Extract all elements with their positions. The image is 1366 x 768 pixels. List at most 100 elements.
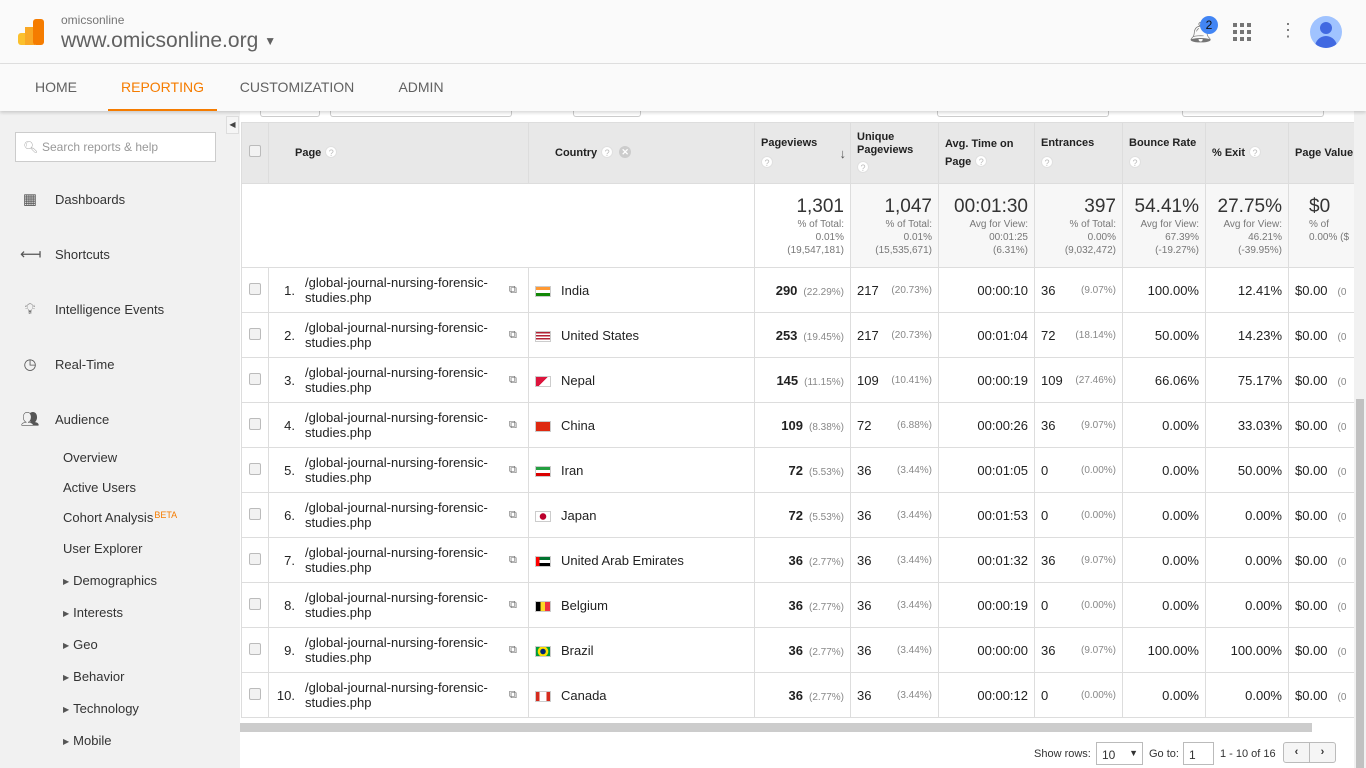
flag-np-icon [535, 375, 551, 387]
user-avatar[interactable] [1310, 16, 1342, 48]
country-link[interactable]: Iran [561, 463, 583, 478]
page-link[interactable]: /global-journal-nursing-forensic-studies… [305, 590, 505, 620]
open-external-icon[interactable]: ⧉ [509, 599, 517, 612]
page-link[interactable]: /global-journal-nursing-forensic-studies… [305, 365, 505, 395]
page-link[interactable]: /global-journal-nursing-forensic-studies… [305, 680, 505, 710]
tab-admin[interactable]: ADMIN [385, 64, 457, 111]
tab-home[interactable]: HOME [20, 64, 92, 111]
sidebar-sub-user-explorer[interactable]: User Explorer [63, 541, 142, 556]
tab-customization[interactable]: CUSTOMIZATION [232, 64, 362, 111]
country-link[interactable]: United Arab Emirates [561, 553, 684, 568]
country-link[interactable]: Belgium [561, 598, 608, 613]
country-link[interactable]: Canada [561, 688, 607, 703]
col-exit[interactable]: % Exit? [1205, 122, 1289, 184]
row-checkbox[interactable] [249, 552, 261, 565]
row-checkbox[interactable] [249, 597, 261, 610]
help-icon[interactable]: ? [975, 155, 988, 167]
search-input[interactable]: 🔍︎ Search reports & help [15, 132, 216, 162]
remove-dimension-icon[interactable]: ✕ [619, 146, 632, 158]
scrollbar-thumb[interactable] [1356, 399, 1364, 768]
help-icon[interactable]: ? [1249, 146, 1262, 158]
open-external-icon[interactable]: ⧉ [509, 509, 517, 522]
open-external-icon[interactable]: ⧉ [509, 284, 517, 297]
property-selector[interactable]: www.omicsonline.org ▼ [61, 29, 276, 53]
sidebar-sub-demographics[interactable]: ▶ Demographics [63, 573, 157, 588]
select-all-checkbox[interactable] [249, 145, 261, 157]
row-checkbox[interactable] [249, 282, 261, 295]
more-vert-icon[interactable]: ⋮ [1279, 20, 1297, 41]
open-external-icon[interactable]: ⧉ [509, 374, 517, 387]
col-unique-pageviews[interactable]: Unique Pageviews? [850, 122, 939, 184]
help-icon[interactable]: ? [857, 161, 869, 173]
page-link[interactable]: /global-journal-nursing-forensic-studies… [305, 410, 505, 440]
sidebar-sub-behavior[interactable]: ▶ Behavior [63, 669, 124, 684]
open-external-icon[interactable]: ⧉ [509, 644, 517, 657]
open-external-icon[interactable]: ⧉ [509, 554, 517, 567]
row-checkbox[interactable] [249, 462, 261, 475]
collapse-sidebar-button[interactable]: ◀ [226, 116, 239, 134]
col-entrances[interactable]: Entrances? [1034, 122, 1123, 184]
open-external-icon[interactable]: ⧉ [509, 689, 517, 702]
col-page-value[interactable]: Page Value [1288, 122, 1354, 184]
row-checkbox[interactable] [249, 507, 261, 520]
help-icon[interactable]: ? [761, 155, 773, 168]
page-link[interactable]: /global-journal-nursing-forensic-studies… [305, 320, 505, 350]
sidebar-item-intelligence-events[interactable]: 💡︎ Intelligence Events [0, 295, 240, 325]
open-external-icon[interactable]: ⧉ [509, 464, 517, 477]
sidebar-sub-interests[interactable]: ▶ Interests [63, 605, 123, 620]
page-link[interactable]: /global-journal-nursing-forensic-studies… [305, 500, 505, 530]
open-external-icon[interactable]: ⧉ [509, 329, 517, 342]
row-checkbox[interactable] [249, 687, 261, 700]
show-rows-select[interactable]: 10 ▼ [1096, 742, 1143, 765]
col-bounce-rate[interactable]: Bounce Rate? [1122, 122, 1206, 184]
row-checkbox[interactable] [249, 372, 261, 385]
tab-reporting[interactable]: REPORTING [108, 64, 217, 111]
apps-grid-icon[interactable] [1233, 23, 1251, 41]
unique-pageviews-cell: 36 (3.44%) [850, 582, 939, 628]
sidebar-item-real-time[interactable]: ◷ Real-Time [0, 350, 240, 380]
country-link[interactable]: Nepal [561, 373, 595, 388]
unique-pageviews-cell: 36 (3.44%) [850, 447, 939, 493]
help-icon[interactable]: ? [1041, 155, 1053, 168]
col-page[interactable]: Page? [268, 122, 529, 184]
row-checkbox[interactable] [249, 327, 261, 340]
col-avg-time[interactable]: Avg. Time on Page? [938, 122, 1035, 184]
page-link[interactable]: /global-journal-nursing-forensic-studies… [305, 635, 505, 665]
page-link[interactable]: /global-journal-nursing-forensic-studies… [305, 275, 505, 305]
sidebar-sub-overview[interactable]: Overview [63, 450, 117, 465]
sidebar-item-audience[interactable]: 👥︎ Audience [0, 405, 240, 435]
country-link[interactable]: Japan [561, 508, 596, 523]
unique-percent: (3.44%) [896, 464, 932, 476]
row-number: 1. [284, 282, 295, 298]
page-link[interactable]: /global-journal-nursing-forensic-studies… [305, 545, 505, 575]
next-page-button[interactable]: › [1309, 742, 1336, 763]
row-checkbox[interactable] [249, 417, 261, 430]
open-external-icon[interactable]: ⧉ [509, 419, 517, 432]
country-link[interactable]: India [561, 283, 589, 298]
sidebar-item-dashboards[interactable]: ▦ Dashboards [0, 185, 240, 215]
country-link[interactable]: United States [561, 328, 639, 343]
sidebar-item-shortcuts[interactable]: ⟻ Shortcuts [0, 240, 240, 270]
row-checkbox[interactable] [249, 642, 261, 655]
goto-input[interactable]: 1 [1183, 742, 1214, 765]
unique-value: 36 [857, 552, 872, 568]
col-pageviews[interactable]: Pageviews? ↓ [754, 122, 851, 184]
page-value: $0.00 [1295, 507, 1328, 523]
country-link[interactable]: China [561, 418, 595, 433]
sidebar-sub-active-users[interactable]: Active Users [63, 480, 136, 495]
sidebar-sub-technology[interactable]: ▶ Technology [63, 701, 139, 716]
sidebar-sub-mobile[interactable]: ▶ Mobile [63, 733, 111, 748]
page-link[interactable]: /global-journal-nursing-forensic-studies… [305, 455, 505, 485]
country-cell: Japan [528, 492, 755, 538]
sidebar-sub-geo[interactable]: ▶ Geo [63, 637, 98, 652]
page-value-cell: $0.00 (0 [1288, 267, 1354, 313]
country-link[interactable]: Brazil [561, 643, 594, 658]
horizontal-scrollbar[interactable] [240, 723, 1312, 732]
help-icon[interactable]: ? [601, 146, 614, 158]
help-icon[interactable]: ? [1129, 155, 1141, 168]
prev-page-button[interactable]: ‹ [1283, 742, 1310, 763]
vertical-scrollbar[interactable] [1354, 111, 1366, 768]
help-icon[interactable]: ? [325, 146, 338, 158]
sidebar-sub-cohort-analysis[interactable]: Cohort AnalysisBETA [63, 510, 177, 525]
col-country[interactable]: Country? ✕ [528, 122, 755, 184]
